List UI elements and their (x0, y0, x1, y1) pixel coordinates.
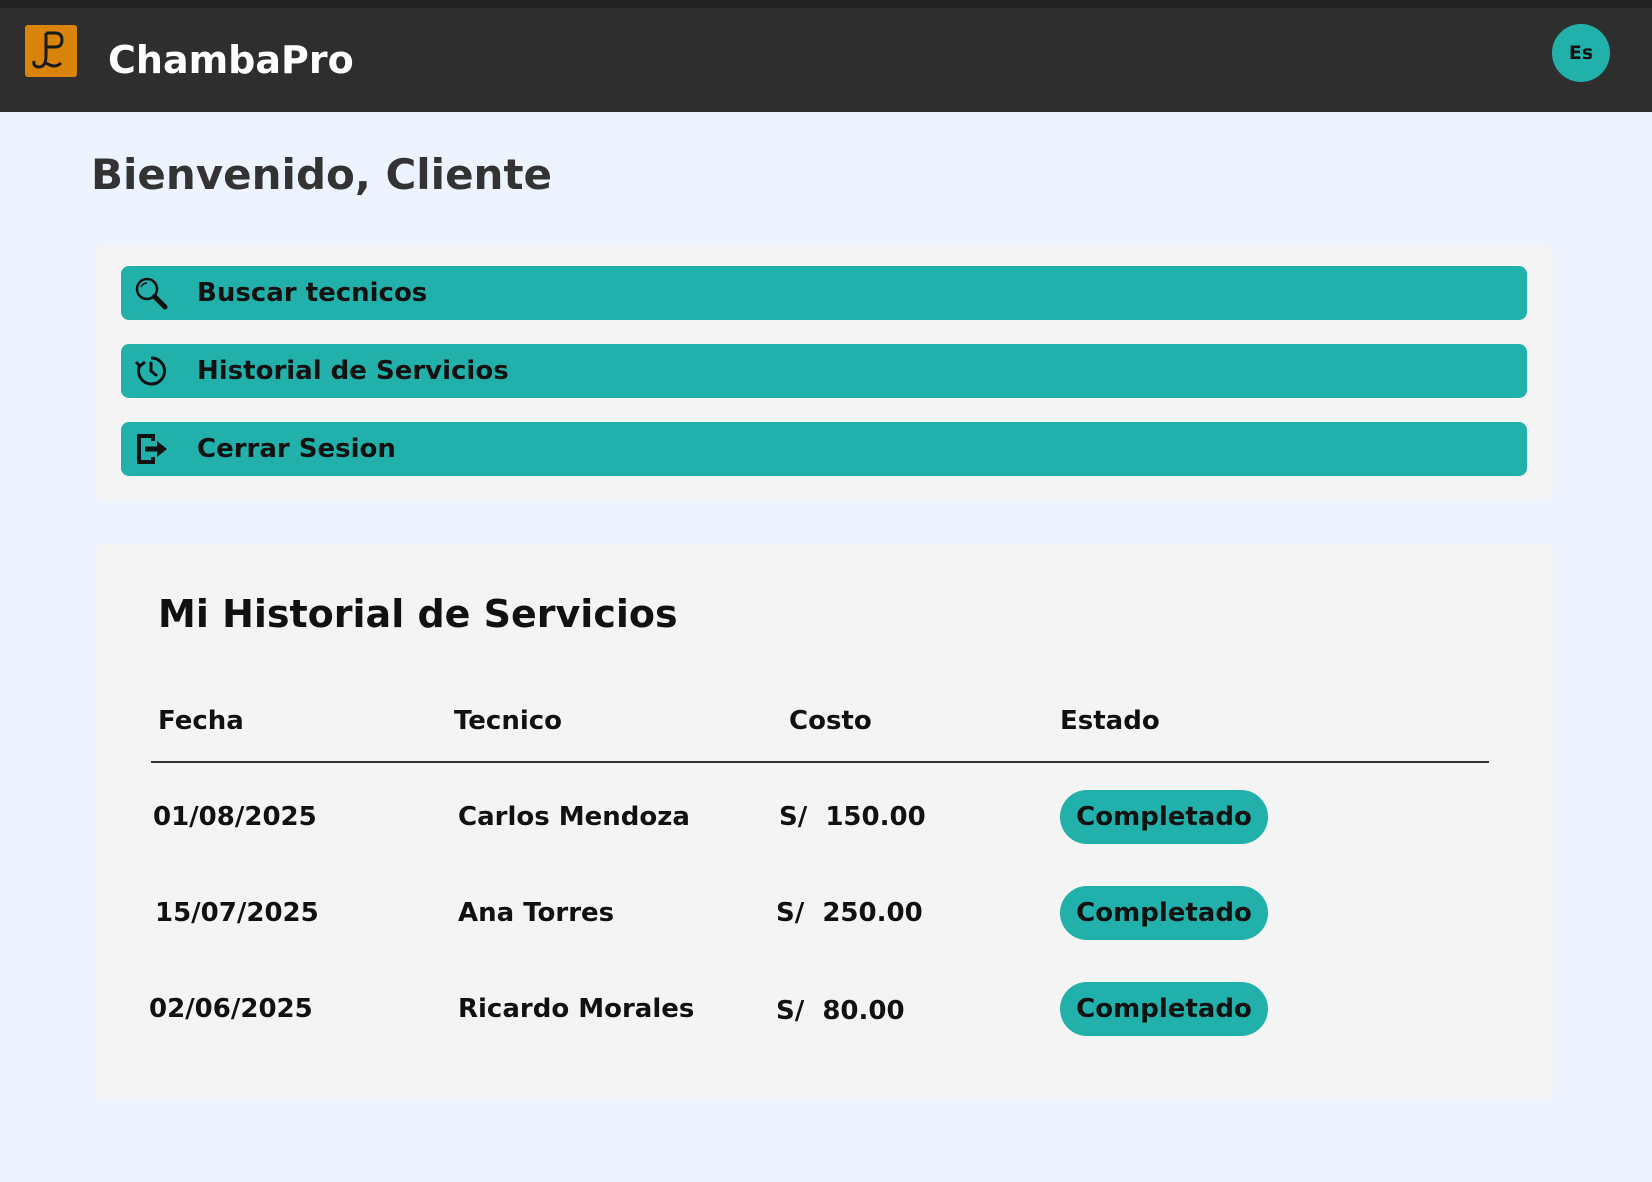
status-badge: Completado (1060, 982, 1268, 1036)
cell-fecha: 02/06/2025 (149, 994, 313, 1024)
menu-card: Buscar tecnicos Historial de Servicios C… (95, 244, 1553, 501)
menu-item-label: Cerrar Sesion (197, 434, 396, 464)
search-technicians-button[interactable]: Buscar tecnicos (121, 266, 1527, 320)
search-icon (133, 275, 169, 311)
page-title: Bienvenido, Cliente (91, 150, 553, 199)
cell-costo: S/ 80.00 (776, 996, 905, 1026)
column-header-costo: Costo (789, 706, 872, 736)
app-logo[interactable] (25, 25, 77, 77)
service-history-card: Mi Historial de Servicios Fecha Tecnico … (95, 544, 1553, 1100)
app-title: ChambaPro (108, 38, 354, 82)
menu-item-label: Buscar tecnicos (197, 278, 428, 308)
menu-item-label: Historial de Servicios (197, 356, 509, 386)
top-navbar: ChambaPro Es (0, 0, 1652, 112)
cell-costo: S/ 250.00 (776, 898, 923, 928)
logout-icon (133, 431, 169, 467)
cell-tecnico: Ricardo Morales (458, 994, 695, 1024)
history-icon (133, 353, 169, 389)
column-header-estado: Estado (1060, 706, 1160, 736)
header-divider (151, 761, 1489, 763)
cell-fecha: 15/07/2025 (155, 898, 319, 928)
cell-fecha: 01/08/2025 (153, 802, 317, 832)
language-button[interactable]: Es (1552, 24, 1610, 82)
cell-tecnico: Ana Torres (458, 898, 615, 928)
status-badge: Completado (1060, 886, 1268, 940)
table-row: 02/06/2025 Ricardo Morales S/ 80.00 Comp… (95, 982, 1553, 1038)
cell-costo: S/ 150.00 (779, 802, 926, 832)
logout-button[interactable]: Cerrar Sesion (121, 422, 1527, 476)
cell-tecnico: Carlos Mendoza (458, 802, 690, 832)
section-title: Mi Historial de Servicios (158, 592, 678, 636)
logo-icon (32, 31, 64, 69)
table-row: 01/08/2025 Carlos Mendoza S/ 150.00 Comp… (95, 790, 1553, 846)
service-history-button[interactable]: Historial de Servicios (121, 344, 1527, 398)
column-header-tecnico: Tecnico (454, 706, 563, 736)
column-header-fecha: Fecha (158, 706, 244, 736)
table-row: 15/07/2025 Ana Torres S/ 250.00 Completa… (95, 886, 1553, 942)
status-badge: Completado (1060, 790, 1268, 844)
